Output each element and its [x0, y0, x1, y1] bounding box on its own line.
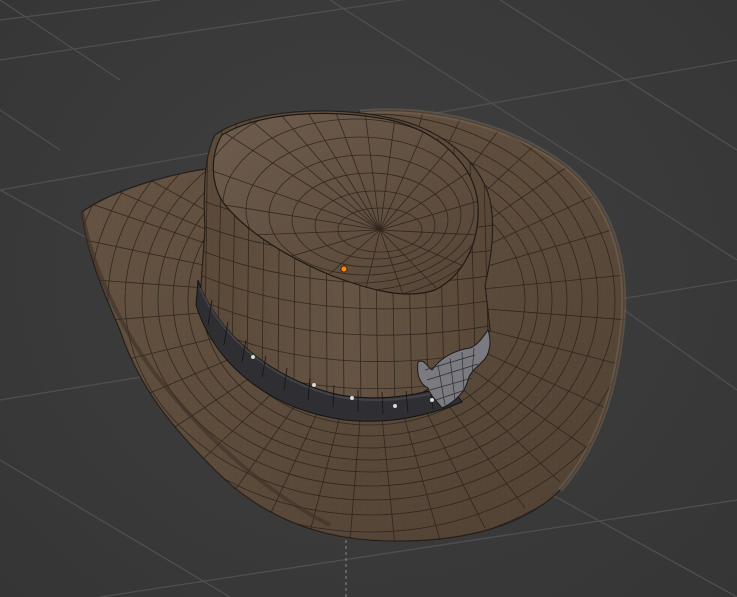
3d-viewport[interactable]	[0, 0, 737, 597]
hat-mesh[interactable]	[70, 50, 670, 550]
viewport-canvas[interactable]	[0, 0, 737, 597]
object-origin-marker[interactable]	[340, 265, 348, 273]
